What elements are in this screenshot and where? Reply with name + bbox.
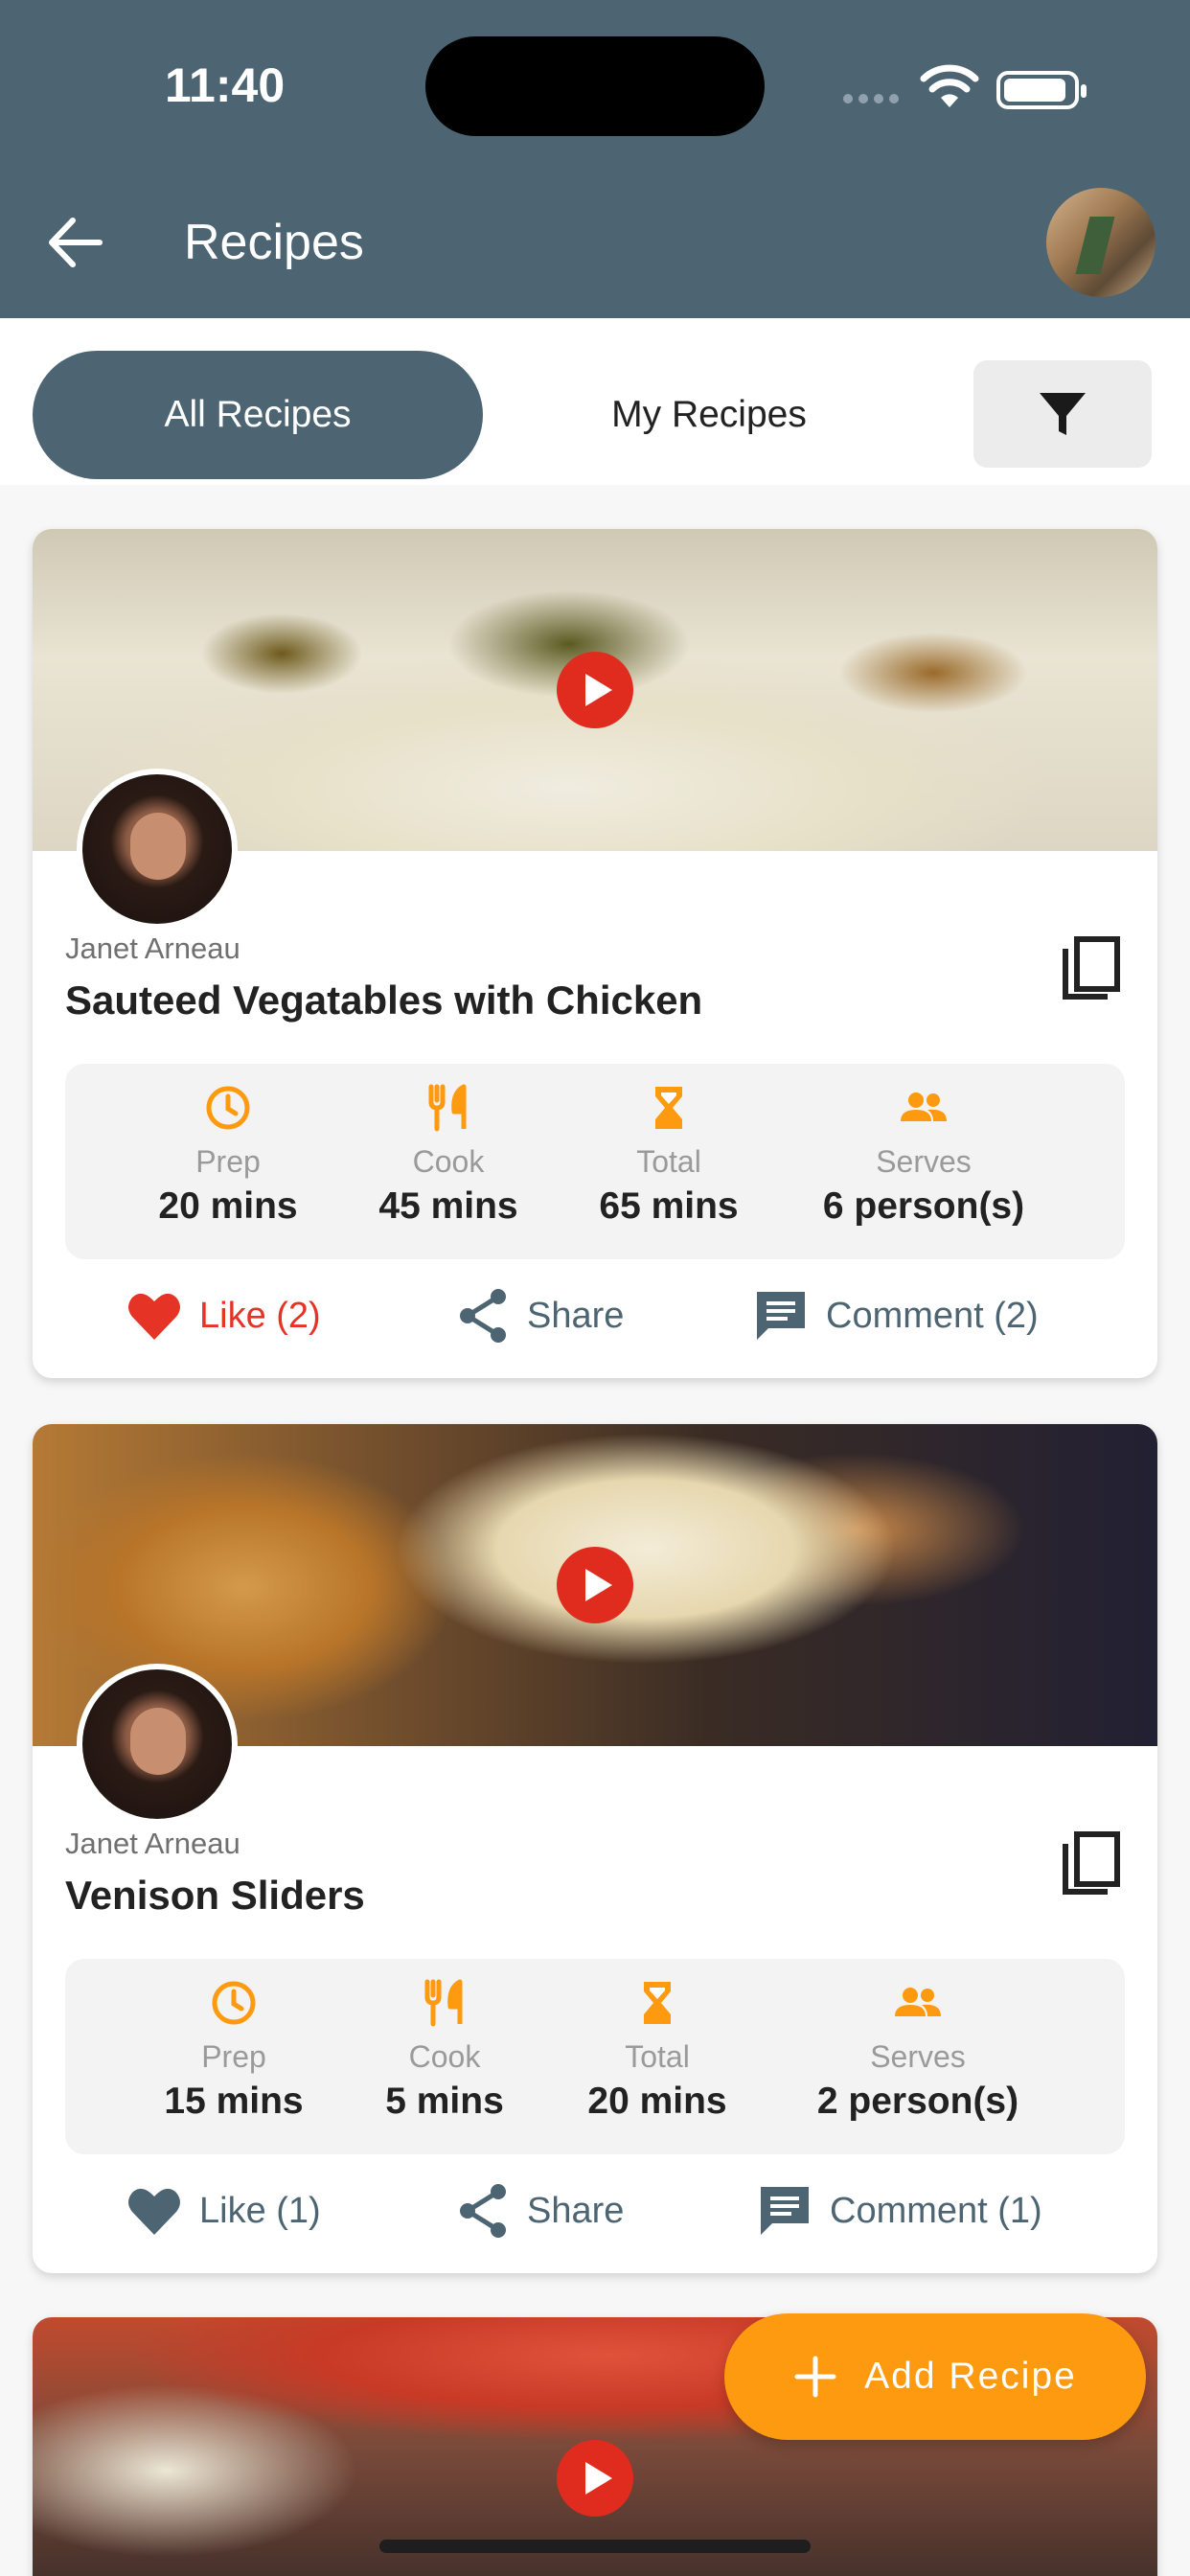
plus-icon [794,2356,836,2398]
stat-serves: Serves 6 person(s) [799,1083,1048,1228]
status-time: 11:40 [165,58,286,112]
wifi-icon [920,64,979,107]
stat-serves: Serves 2 person(s) [793,1978,1042,2123]
stat-prep: Prep 20 mins [103,1083,353,1228]
copy-icon[interactable] [1058,1828,1125,1899]
dynamic-island [425,36,765,136]
app-header: 11:40 Recipes [0,0,1190,318]
stat-label: Total [625,2039,690,2074]
author-name: Janet Arneau [65,1827,240,1860]
play-video-button[interactable] [557,2440,633,2517]
recipe-title[interactable]: Venison Sliders [65,1873,365,1919]
comment-label: Comment (2) [826,1295,1039,1336]
like-label: Like (1) [199,2190,321,2231]
stat-total: Total 20 mins [533,1978,782,2123]
stat-value: 65 mins [599,1185,739,1227]
hourglass-icon [655,1087,682,1129]
people-icon [895,1988,941,2016]
stat-label: Prep [195,1144,261,1179]
add-recipe-label: Add Recipe [864,2356,1077,2397]
stat-label: Serves [870,2039,966,2074]
stat-total: Total 65 mins [544,1083,793,1228]
filter-button[interactable] [973,360,1152,468]
heart-icon [128,2188,180,2235]
home-indicator[interactable] [379,2540,811,2553]
stat-value: 20 mins [158,1185,298,1227]
like-button[interactable]: Like (2) [126,1286,321,1346]
stat-label: Cook [408,2039,481,2074]
play-video-button[interactable] [557,652,633,728]
author-avatar[interactable] [77,1664,238,1825]
stat-label: Cook [412,1144,485,1179]
stat-value: 6 person(s) [822,1185,1025,1227]
filter-icon [1040,393,1086,435]
share-label: Share [527,1295,625,1336]
clock-icon [212,1981,256,2025]
recipe-actions: Like (1) Share Comment (1) [33,2168,1157,2254]
share-label: Share [527,2190,625,2231]
stat-value: 45 mins [378,1185,518,1227]
comment-button[interactable]: Comment (1) [757,2181,1042,2241]
fork-knife-icon [428,1084,467,1132]
heart-icon [128,1293,180,1340]
recipe-stats: Prep 15 mins Cook 5 mins Total 20 mins S… [65,1959,1125,2154]
fork-knife-icon [424,1979,463,2027]
add-recipe-button[interactable]: Add Recipe [724,2313,1146,2440]
recipe-card[interactable]: Janet Arneau Sauteed Vegatables with Chi… [33,529,1157,1378]
share-button[interactable]: Share [456,2181,624,2241]
recipe-stats: Prep 20 mins Cook 45 mins Total 65 mins … [65,1064,1125,1259]
stat-cook: Cook 5 mins [320,1978,569,2123]
stat-value: 5 mins [385,2081,504,2122]
stat-value: 2 person(s) [816,2081,1019,2122]
hourglass-icon [644,1982,671,2024]
tab-all-recipes[interactable]: All Recipes [33,351,483,479]
share-icon [460,2184,506,2238]
profile-avatar[interactable] [1046,188,1156,297]
share-button[interactable]: Share [456,1286,624,1346]
like-label: Like (2) [199,1295,321,1336]
share-icon [460,1289,506,1343]
back-arrow-icon[interactable] [42,211,109,274]
stat-label: Total [636,1144,701,1179]
stat-label: Serves [876,1144,972,1179]
recipe-card[interactable]: Janet Arneau Venison Sliders Prep 15 min… [33,1424,1157,2273]
comment-icon [757,1292,805,1340]
cellular-signal-icon [843,94,904,104]
recipe-title[interactable]: Sauteed Vegatables with Chicken [65,978,702,1024]
stat-value: 20 mins [587,2081,727,2122]
author-avatar[interactable] [77,769,238,930]
comment-label: Comment (1) [830,2190,1042,2231]
recipe-actions: Like (2) Share Comment (2) [33,1273,1157,1359]
recipe-tabs: All Recipes My Recipes [0,318,1190,485]
tab-my-recipes[interactable]: My Recipes [508,351,910,479]
stat-cook: Cook 45 mins [324,1083,573,1228]
battery-icon [996,71,1087,109]
like-button[interactable]: Like (1) [126,2181,321,2241]
comment-button[interactable]: Comment (2) [753,1286,1039,1346]
play-video-button[interactable] [557,1547,633,1623]
author-name: Janet Arneau [65,932,240,965]
people-icon [901,1092,947,1121]
page-title: Recipes [184,215,364,270]
copy-icon[interactable] [1058,933,1125,1004]
clock-icon [206,1086,250,1130]
comment-icon [761,2187,809,2235]
